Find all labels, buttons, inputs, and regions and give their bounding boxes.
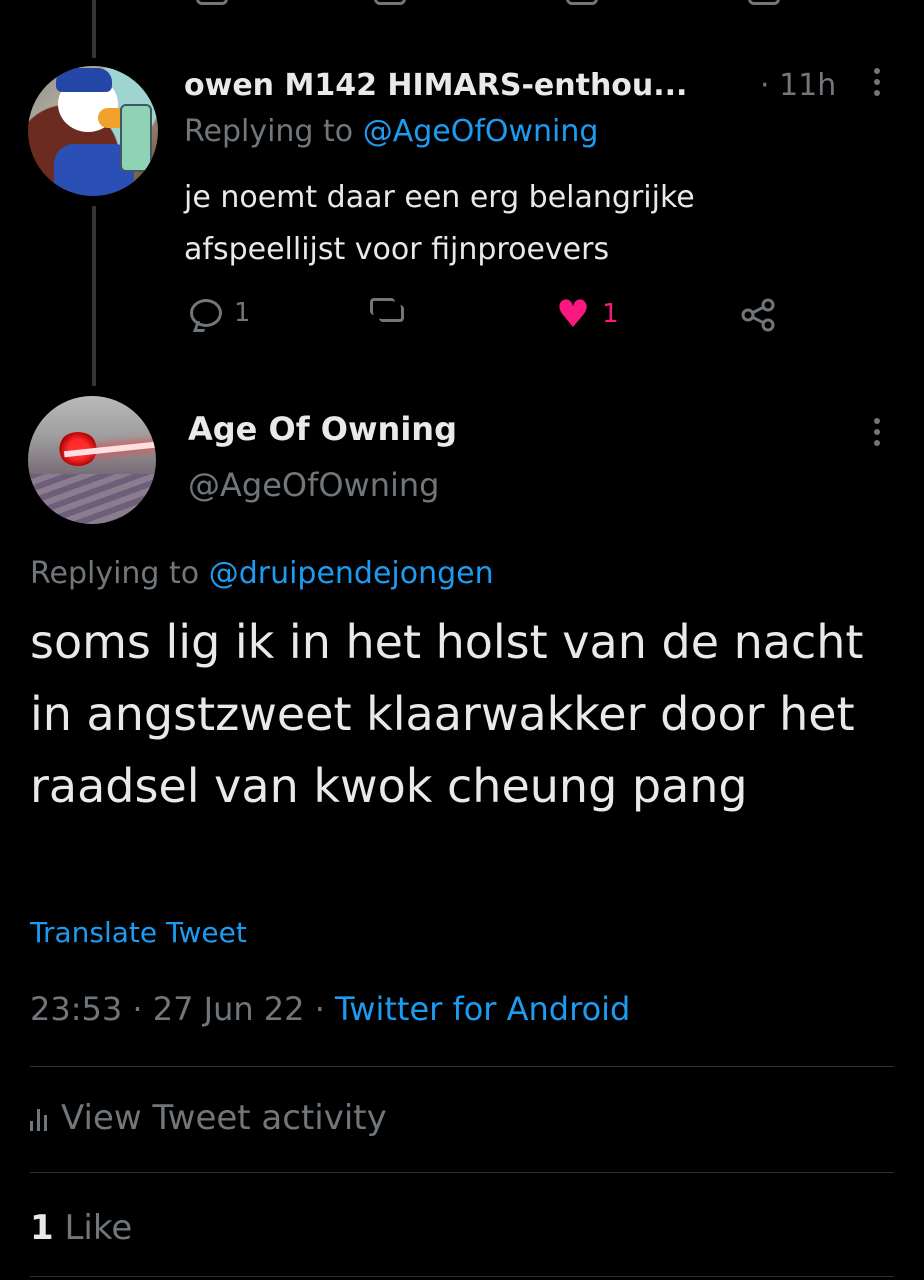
share-icon — [741, 298, 775, 332]
author-handle[interactable]: @AgeOfOwning — [188, 466, 439, 504]
heart-icon: ♥ — [556, 292, 591, 336]
retweet-button[interactable] — [370, 298, 404, 322]
author-name[interactable]: Age Of Owning — [188, 410, 457, 448]
replying-to: Replying to @AgeOfOwning — [184, 114, 598, 149]
view-tweet-activity-button[interactable]: View Tweet activity — [30, 1098, 387, 1138]
reply-button[interactable]: 1 — [190, 298, 251, 328]
divider — [30, 1276, 894, 1277]
replying-handle-link[interactable]: @druipendejongen — [209, 556, 494, 591]
replying-handle-link[interactable]: @AgeOfOwning — [363, 114, 599, 149]
tweet-text: soms lig ik in het holst van de nacht in… — [30, 615, 864, 813]
avatar-wave — [28, 474, 156, 524]
thread-line-bottom — [92, 206, 96, 386]
meta-separator: · — [314, 990, 336, 1028]
likes-number: 1 — [30, 1208, 54, 1248]
likes-label: Like — [64, 1208, 133, 1248]
reply-icon[interactable] — [196, 0, 228, 5]
share-button[interactable] — [740, 298, 776, 332]
tweet-text: je noemt daar een erg belangrijke afspee… — [184, 180, 695, 267]
retweet-icon — [370, 298, 404, 322]
avatar-bottle — [120, 104, 152, 172]
reply-count: 1 — [234, 298, 251, 328]
more-vertical-icon[interactable] — [874, 68, 880, 101]
divider — [30, 1172, 894, 1173]
meta-separator: · — [132, 990, 153, 1028]
replying-label: Replying to — [184, 114, 354, 149]
tweet-date[interactable]: 27 Jun 22 — [153, 990, 305, 1028]
avatar-duck-hat — [56, 68, 112, 92]
like-count: 1 — [602, 299, 619, 329]
tweet-meta: 23:53 · 27 Jun 22 · Twitter for Android — [30, 990, 630, 1028]
more-vertical-icon[interactable] — [874, 418, 880, 451]
thread-line-top — [92, 0, 96, 58]
reply-bubble-icon — [190, 299, 222, 327]
share-icon[interactable] — [748, 0, 780, 5]
tweet-time[interactable]: · 11h — [760, 68, 836, 103]
tweet-source-link[interactable]: Twitter for Android — [335, 990, 630, 1028]
translate-tweet-link[interactable]: Translate Tweet — [30, 916, 247, 949]
likes-count-link[interactable]: 1 Like — [30, 1208, 132, 1248]
previous-tweet-actions — [0, 0, 924, 8]
activity-label: View Tweet activity — [61, 1098, 387, 1138]
retweet-icon[interactable] — [374, 0, 406, 5]
heart-icon[interactable] — [566, 0, 598, 5]
avatar[interactable] — [28, 66, 158, 196]
like-button[interactable]: ♥ 1 — [556, 292, 619, 336]
replying-to: Replying to @druipendejongen — [30, 556, 494, 591]
tweet-actions: 1 ♥ 1 — [184, 292, 804, 338]
bar-chart-icon — [30, 1105, 47, 1131]
tweet-time[interactable]: 23:53 — [30, 990, 122, 1028]
avatar[interactable] — [28, 396, 156, 524]
replying-label: Replying to — [30, 556, 200, 591]
divider — [30, 1066, 894, 1067]
author-name[interactable]: owen M142 HIMARS-enthou... — [184, 68, 687, 103]
